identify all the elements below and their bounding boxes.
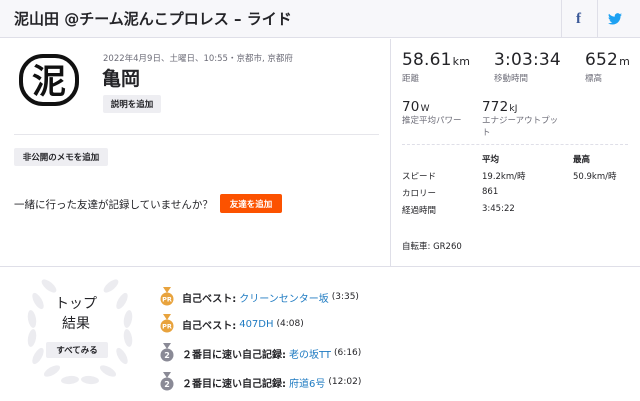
- achievement-label: 自己ベスト:: [182, 293, 237, 305]
- athlete-avatar[interactable]: 泥: [18, 53, 80, 107]
- facebook-icon: f: [576, 10, 581, 27]
- friends-prompt: 一緒に行った友達が記録していませんか？: [14, 199, 213, 211]
- achievement-time: (4:08): [276, 319, 304, 329]
- row-elapsed-label: 経過時間: [402, 206, 437, 216]
- add-friend-button[interactable]: 友達を追加: [220, 194, 282, 213]
- table-header-avg: 平均: [482, 155, 500, 165]
- stat-elevation: 652m 標高: [585, 50, 630, 84]
- elevation-unit: m: [619, 55, 630, 68]
- stat-moving-time: 3:03:34 移動時間: [494, 50, 561, 84]
- medal-badge-text: PR: [162, 323, 172, 331]
- energy-unit: kJ: [509, 104, 518, 114]
- achievement-item: 2 ２番目に速い自己記録: 老の坂TT (6:16): [160, 342, 361, 364]
- facebook-share-button[interactable]: f: [561, 0, 595, 38]
- activity-header: 泥山田 @チーム泥んこプロレス – ライド f: [0, 0, 640, 38]
- achievement-label: ２番目に速い自己記録:: [182, 349, 286, 361]
- achievement-item: PR 自己ベスト: 407DH (4:08): [160, 313, 304, 335]
- achievement-label: ２番目に速い自己記録:: [182, 378, 286, 390]
- page-title: 泥山田 @チーム泥んこプロレス – ライド: [14, 10, 292, 28]
- row-speed-label: スピード: [402, 172, 437, 182]
- elevation-value: 652: [585, 50, 619, 70]
- see-all-button[interactable]: すべてみる: [46, 342, 108, 358]
- section-divider: [0, 266, 640, 267]
- medal-badge-text: 2: [164, 351, 170, 360]
- twitter-share-button[interactable]: [597, 0, 631, 38]
- segment-link[interactable]: 府道6号: [289, 375, 325, 390]
- row-speed-avg: 19.2km/時: [482, 172, 526, 182]
- activity-datetime-location: 2022年4月9日、土曜日、10:55・京都市, 京都府: [103, 54, 293, 64]
- table-header-max: 最高: [573, 155, 591, 165]
- power-value: 70: [402, 99, 420, 115]
- stat-power: 70W 推定平均パワー: [402, 99, 462, 127]
- stat-energy: 772kJ エナジーアウトプッ ト: [482, 99, 558, 139]
- distance-label: 距離: [402, 74, 420, 84]
- segment-link[interactable]: クリーンセンター坂: [239, 290, 329, 305]
- energy-value: 772: [482, 99, 509, 115]
- twitter-icon: [607, 13, 622, 25]
- row-calories-avg: 861: [482, 187, 499, 197]
- energy-label-line1: エナジーアウトプッ: [482, 116, 559, 126]
- stats-divider: [402, 144, 628, 145]
- medal-badge-text: PR: [162, 296, 172, 304]
- top-results-title-line2: 結果: [62, 316, 90, 332]
- bike-info[interactable]: 自転車: GR260: [402, 240, 462, 252]
- add-private-note-button[interactable]: 非公開のメモを追加: [14, 148, 108, 166]
- avatar-logo-text: 泥: [32, 62, 66, 102]
- segment-link[interactable]: 407DH: [239, 319, 273, 330]
- power-label: 推定平均パワー: [402, 116, 462, 126]
- row-calories-label: カロリー: [402, 189, 437, 199]
- moving-time-label: 移動時間: [494, 74, 529, 84]
- top-results-title-line1: トップ: [55, 296, 97, 312]
- energy-label-line2: ト: [482, 128, 491, 138]
- achievement-time: (6:16): [334, 348, 362, 358]
- add-description-button[interactable]: 説明を追加: [103, 95, 161, 113]
- pr-medal-icon: PR: [160, 314, 174, 333]
- medal-badge-text: 2: [164, 380, 170, 389]
- panel-divider: [390, 39, 391, 266]
- pr-medal-icon: PR: [160, 287, 174, 306]
- top-results-title: トップ 結果: [0, 294, 152, 334]
- power-unit: W: [420, 104, 430, 114]
- achievement-time: (12:02): [328, 377, 362, 387]
- silver-medal-icon: 2: [160, 372, 174, 391]
- achievement-item: 2 ２番目に速い自己記録: 府道6号 (12:02): [160, 371, 361, 393]
- stat-distance: 58.61km 距離: [402, 50, 470, 84]
- segment-link[interactable]: 老の坂TT: [289, 346, 331, 361]
- divider: [14, 134, 379, 135]
- row-elapsed-avg: 3:45:22: [482, 204, 515, 214]
- moving-time-value: 3:03:34: [494, 50, 561, 70]
- achievement-time: (3:35): [331, 292, 359, 302]
- distance-unit: km: [452, 55, 471, 68]
- achievement-label: 自己ベスト:: [182, 320, 237, 332]
- distance-value: 58.61: [402, 50, 452, 70]
- activity-name[interactable]: 亀岡: [102, 64, 140, 91]
- achievement-item: PR 自己ベスト: クリーンセンター坂 (3:35): [160, 286, 359, 308]
- elevation-label: 標高: [585, 74, 603, 84]
- row-speed-max: 50.9km/時: [573, 172, 617, 182]
- silver-medal-icon: 2: [160, 343, 174, 362]
